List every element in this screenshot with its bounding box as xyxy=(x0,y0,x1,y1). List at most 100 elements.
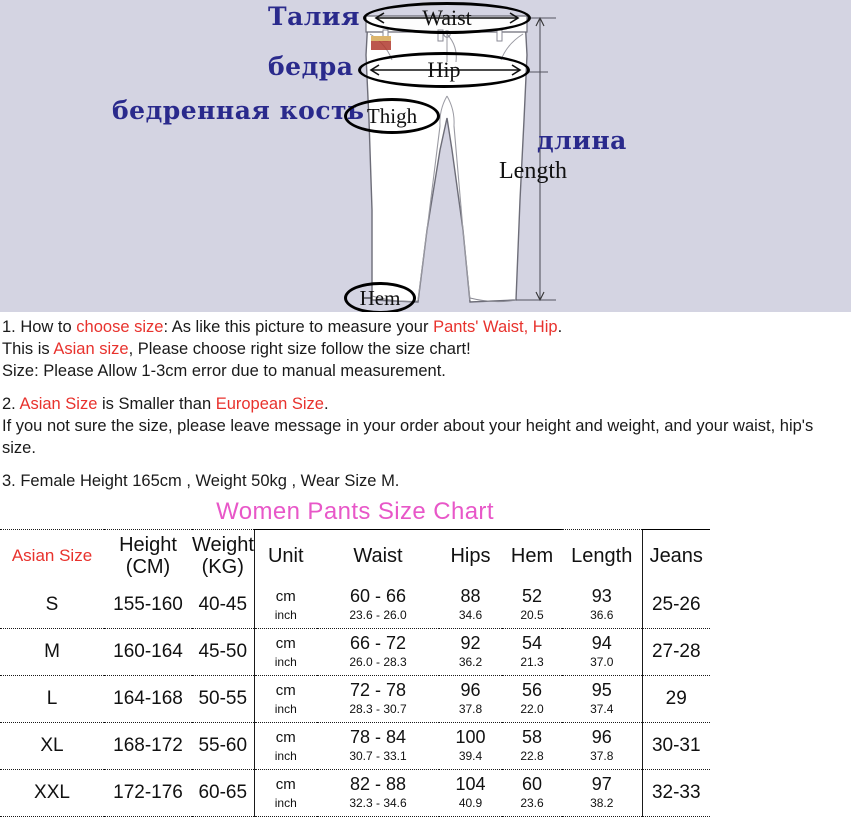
waist-inch: 32.3 - 34.6 xyxy=(349,796,407,810)
hem-inch: 22.0 xyxy=(520,702,544,716)
note2-part-a: This is xyxy=(2,340,54,358)
callout-hem: Hem xyxy=(344,282,416,312)
hips-inch: 34.6 xyxy=(458,607,483,622)
header-jeans: Jeans xyxy=(641,529,710,582)
header-hem: Hem xyxy=(502,529,562,582)
cell-jeans: 27-28 xyxy=(641,628,710,676)
cell-size: M xyxy=(0,628,104,676)
waist-cm: 66 - 72 xyxy=(349,633,407,653)
length-cm: 94 xyxy=(591,633,612,653)
note1-part-c: : As like this picture to measure your xyxy=(163,318,434,336)
women-pants-size-chart-table: Asian Size Height (CM) Weight (KG) Unit … xyxy=(0,529,710,817)
size-chart-title: Women Pants Size Chart xyxy=(216,498,494,525)
header-waist: Waist xyxy=(317,529,439,582)
length-cm: 96 xyxy=(591,727,612,747)
note1-part-e: . xyxy=(557,318,563,336)
cell-length: 94 37.0 xyxy=(562,628,642,676)
length-cm: 95 xyxy=(591,680,612,700)
header-unit: Unit xyxy=(253,529,317,582)
waist-inch: 30.7 - 33.1 xyxy=(349,749,407,763)
length-cm: 97 xyxy=(591,774,612,794)
label-waist-ru: Талия xyxy=(268,2,360,31)
unit-inch: inch xyxy=(274,702,297,716)
unit-cm: cm xyxy=(275,729,296,746)
note4-part-c: is Smaller than xyxy=(97,395,216,413)
hips-cm: 104 xyxy=(455,774,486,794)
cell-unit: cm inch xyxy=(253,628,317,676)
unit-inch: inch xyxy=(274,607,297,622)
unit-cm: cm xyxy=(275,635,296,652)
hips-inch: 36.2 xyxy=(458,655,483,669)
hem-inch: 21.3 xyxy=(520,655,544,669)
table-row: M 160-164 45-50 cm inch 66 - 72 26.0 - 28.… xyxy=(0,628,710,676)
hem-inch: 20.5 xyxy=(520,607,544,622)
table-row: XL 168-172 55-60 cm inch 78 - 84 30.7 - 33… xyxy=(0,722,710,770)
table-row: L 164-168 50-55 cm inch 72 - 78 28.3 - 30.… xyxy=(0,675,710,723)
waist-inch: 23.6 - 26.0 xyxy=(349,607,407,622)
pants-illustration xyxy=(365,12,556,303)
cell-jeans: 30-31 xyxy=(641,722,710,770)
callout-waist: Waist xyxy=(363,2,531,34)
cell-waist: 60 - 66 23.6 - 26.0 xyxy=(317,581,439,629)
cell-size: XL xyxy=(0,722,104,770)
note2-asian-size: Asian size xyxy=(53,340,129,358)
cell-hem: 54 21.3 xyxy=(502,628,562,676)
cell-hips: 96 37.8 xyxy=(439,675,502,723)
hips-cm: 100 xyxy=(455,727,486,747)
hem-inch: 22.8 xyxy=(520,749,544,763)
length-inch: 37.8 xyxy=(590,749,614,763)
cell-height: 155-160 xyxy=(104,581,192,629)
waist-cm: 60 - 66 xyxy=(349,585,407,606)
cell-hem: 52 20.5 xyxy=(502,581,562,629)
note1-pants-waist-hip: Pants' Waist, Hip xyxy=(433,318,558,336)
cell-waist: 72 - 78 28.3 - 30.7 xyxy=(317,675,439,723)
note-line-2: This is Asian size, Please choose right … xyxy=(2,338,849,360)
cell-jeans: 32-33 xyxy=(641,769,710,817)
header-height-label: Height xyxy=(119,533,177,556)
cell-hips: 104 40.9 xyxy=(439,769,502,817)
note4-european-size: European Size xyxy=(215,395,324,413)
table-header: Asian Size Height (CM) Weight (KG) Unit … xyxy=(0,529,710,582)
note4-asian-size: Asian Size xyxy=(19,395,98,413)
cell-length: 93 36.6 xyxy=(562,581,642,629)
waist-cm: 72 - 78 xyxy=(349,680,407,700)
label-hip-ru: бедра xyxy=(268,52,354,81)
hips-cm: 88 xyxy=(460,585,481,606)
note-line-6: 3. Female Height 165cm , Weight 50kg , W… xyxy=(2,472,400,490)
cell-hem: 58 22.8 xyxy=(502,722,562,770)
note1-part-a: 1. How to xyxy=(2,318,77,336)
callout-hip: Hip xyxy=(358,52,530,88)
header-weight-unit: (KG) xyxy=(201,555,244,578)
cell-jeans: 29 xyxy=(641,675,710,723)
header-weight: Weight (KG) xyxy=(192,529,254,582)
unit-inch: inch xyxy=(274,655,297,669)
hips-inch: 37.8 xyxy=(458,702,483,716)
waist-cm: 78 - 84 xyxy=(349,727,407,747)
note-line-4: 2. Asian Size is Smaller than European S… xyxy=(2,393,849,415)
hips-cm: 96 xyxy=(460,680,481,700)
cell-size: XXL xyxy=(0,769,104,817)
hips-inch: 39.4 xyxy=(458,749,483,763)
cell-waist: 66 - 72 26.0 - 28.3 xyxy=(317,628,439,676)
cell-waist: 82 - 88 32.3 - 34.6 xyxy=(317,769,439,817)
unit-cm: cm xyxy=(275,776,296,793)
hem-inch: 23.6 xyxy=(520,796,544,810)
cell-weight: 45-50 xyxy=(192,628,254,676)
header-height-unit: (CM) xyxy=(125,555,171,578)
header-weight-label: Weight xyxy=(192,533,254,556)
length-cm: 93 xyxy=(591,585,612,606)
table-header-row: Asian Size Height (CM) Weight (KG) Unit … xyxy=(0,529,710,582)
cell-length: 97 38.2 xyxy=(562,769,642,817)
note-line-5: If you not sure the size, please leave m… xyxy=(2,417,814,457)
table-body: S 155-160 40-45 cm inch 60 - 66 23.6 - 26.… xyxy=(0,581,710,817)
unit-inch: inch xyxy=(274,796,297,810)
waist-inch: 26.0 - 28.3 xyxy=(349,655,407,669)
cell-weight: 55-60 xyxy=(192,722,254,770)
note-line-1: 1. How to choose size: As like this pict… xyxy=(2,316,849,338)
waist-inch: 28.3 - 30.7 xyxy=(349,702,407,716)
cell-length: 95 37.4 xyxy=(562,675,642,723)
note4-part-a: 2. xyxy=(2,395,20,413)
notes-spacer-2 xyxy=(2,459,849,470)
pants-measurement-diagram: Талия бедра бедренная кость длина Length… xyxy=(0,0,851,312)
hips-inch: 40.9 xyxy=(458,796,483,810)
